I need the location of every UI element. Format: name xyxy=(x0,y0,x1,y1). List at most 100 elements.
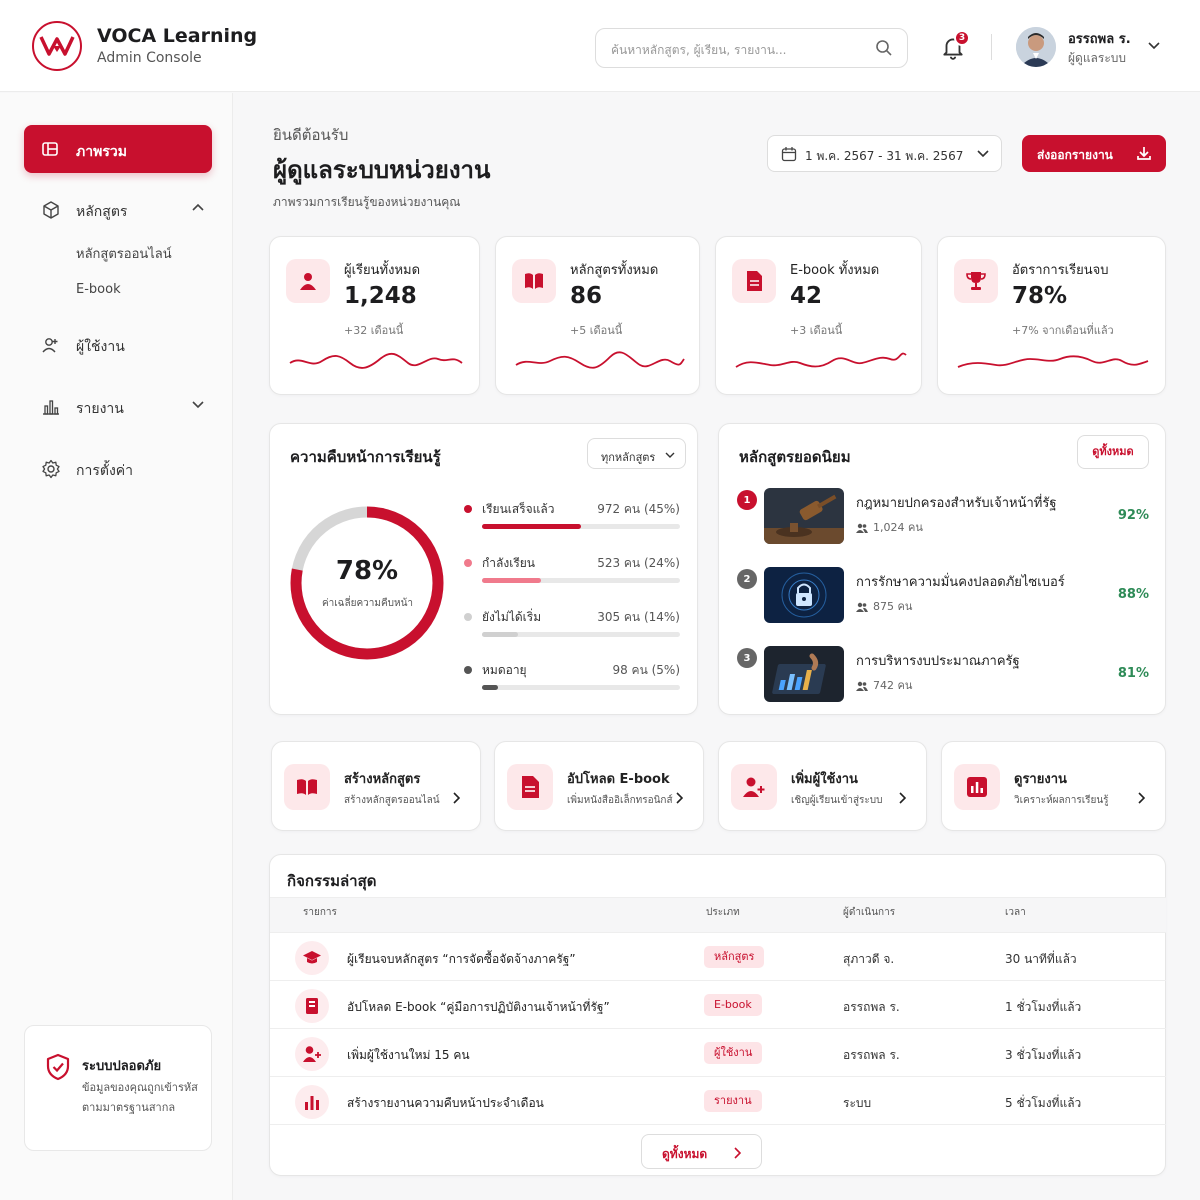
stat-change: +32 เดือนนี้ xyxy=(344,324,404,337)
legend-count: 98 คน (5%) xyxy=(612,663,680,677)
users-icon xyxy=(856,681,868,691)
report-icon xyxy=(295,1085,329,1119)
progress-fill xyxy=(482,524,581,529)
course-students: 742 คน xyxy=(856,676,912,694)
quick-action-desc: เชิญผู้เรียนเข้าสู่ระบบ xyxy=(791,795,883,806)
date-range-picker[interactable]: 1 พ.ค. 2567 - 31 พ.ค. 2567 xyxy=(767,135,1002,172)
course-filter-select[interactable]: ทุกหลักสูตร xyxy=(587,438,686,469)
quick-action-upload-ebook[interactable]: อัปโหลด E-book เพิ่มหนังสืออิเล็กทรอนิกส… xyxy=(494,741,704,831)
legend-dot xyxy=(464,666,472,674)
security-card: ระบบปลอดภัย ข้อมูลของคุณถูกเข้ารหัสตามมา… xyxy=(24,1025,212,1151)
sidebar-subitem-ebook[interactable]: E-book xyxy=(76,282,121,297)
chevron-down-icon[interactable] xyxy=(192,400,204,410)
course-thumbnail-budget xyxy=(764,646,844,702)
book-icon xyxy=(284,764,330,810)
sidebar-item-reports[interactable]: รายงาน xyxy=(24,389,212,425)
stat-change: +5 เดือนนี้ xyxy=(570,324,623,337)
learning-progress-card: ความคืบหน้าการเรียนรู้ ทุกหลักสูตร 78% ค… xyxy=(269,423,698,715)
cube-icon xyxy=(43,201,59,219)
download-icon xyxy=(1137,147,1151,160)
quick-action-add-user[interactable]: เพิ่มผู้ใช้งาน เชิญผู้เรียนเข้าสู่ระบบ xyxy=(718,741,927,831)
page-subtitle: ภาพรวมการเรียนรู้ของหน่วยงานคุณ xyxy=(273,195,461,209)
rank-badge: 2 xyxy=(737,569,757,589)
activity-actor: ระบบ xyxy=(843,1096,872,1110)
top-header: VOCA Learning Admin Console ค้นหาหลักสูต… xyxy=(0,0,1200,92)
sidebar-item-courses[interactable]: หลักสูตร xyxy=(24,192,212,228)
sidebar-item-label: หลักสูตร xyxy=(76,204,128,220)
table-row[interactable]: เพิ่มผู้ใช้งานใหม่ 15 คน ผู้ใช้งาน อรรถพ… xyxy=(270,1029,1166,1077)
activity-time: 5 ชั่วโมงที่แล้ว xyxy=(1005,1096,1082,1110)
search-input[interactable]: ค้นหาหลักสูตร, ผู้เรียน, รายงาน... xyxy=(595,28,908,68)
export-report-button[interactable]: ส่งออกรายงาน xyxy=(1022,135,1166,172)
sidebar-item-settings[interactable]: การตั้งค่า xyxy=(24,451,212,487)
course-item[interactable]: 1 กฎหมายปกครองสำหรับเจ้าหน้าที่รัฐ 1,024… xyxy=(737,488,1149,546)
column-header-item: รายการ xyxy=(303,907,337,918)
sidebar-item-dashboard[interactable]: ภาพรวม xyxy=(24,125,212,173)
course-name: การบริหารงบประมาณภาครัฐ xyxy=(856,654,1020,669)
view-all-courses-button[interactable]: ดูทั้งหมด xyxy=(1077,435,1149,469)
stat-card-completion[interactable]: อัตราการเรียนจบ 78% +7% จากเดือนที่แล้ว xyxy=(937,236,1166,395)
stat-change: +7% จากเดือนที่แล้ว xyxy=(1012,324,1114,337)
activity-actor: อรรถพล ร. xyxy=(843,1000,900,1014)
sidebar-item-users[interactable]: ผู้ใช้งาน xyxy=(24,327,212,363)
users-icon xyxy=(42,338,58,353)
quick-action-view-reports[interactable]: ดูรายงาน วิเคราะห์ผลการเรียนรู้ xyxy=(941,741,1166,831)
quick-action-title: เพิ่มผู้ใช้งาน xyxy=(791,772,858,787)
activity-text: สร้างรายงานความคืบหน้าประจำเดือน xyxy=(347,1096,544,1110)
notification-badge: 3 xyxy=(954,30,970,46)
course-name: กฎหมายปกครองสำหรับเจ้าหน้าที่รัฐ xyxy=(856,496,1057,511)
course-item[interactable]: 2 การรักษาความมั่นคงปลอดภัยไซเบอร์ 875 ค… xyxy=(737,567,1149,625)
rank-badge: 3 xyxy=(737,648,757,668)
legend-count: 972 คน (45%) xyxy=(597,502,680,516)
users-icon xyxy=(856,602,868,612)
search-icon[interactable] xyxy=(875,39,893,57)
user-add-icon xyxy=(731,764,777,810)
course-students: 875 คน xyxy=(856,597,912,615)
security-title: ระบบปลอดภัย xyxy=(82,1059,162,1074)
view-all-activity-button[interactable]: ดูทั้งหมด xyxy=(641,1134,762,1169)
user-name[interactable]: อรรถพล ร. xyxy=(1068,28,1131,49)
legend-item-completed: เรียนเสร็จแล้ว 972 คน (45%) xyxy=(462,500,680,540)
chevron-right-icon xyxy=(1138,792,1145,804)
course-thumbnail-gavel xyxy=(764,488,844,544)
stat-value: 1,248 xyxy=(344,283,417,309)
quick-action-title: ดูรายงาน xyxy=(1014,772,1067,787)
sidebar-subitem-online-courses[interactable]: หลักสูตรออนไลน์ xyxy=(76,243,172,264)
chevron-down-icon xyxy=(665,452,675,458)
column-header-type: ประเภท xyxy=(706,907,740,918)
table-row[interactable]: อัปโหลด E-book “คู่มือการปฏิบัติงานเจ้าห… xyxy=(270,981,1166,1029)
quick-action-desc: เพิ่มหนังสืออิเล็กทรอนิกส์ xyxy=(567,795,673,806)
avatar[interactable] xyxy=(1016,27,1056,67)
chevron-down-icon[interactable] xyxy=(1148,41,1160,51)
stat-change: +3 เดือนนี้ xyxy=(790,324,843,337)
activity-actor: สุภาวดี จ. xyxy=(843,952,895,966)
table-row[interactable]: ผู้เรียนจบหลักสูตร “การจัดซื้อจัดจ้างภาค… xyxy=(270,933,1166,981)
stat-label: E-book ทั้งหมด xyxy=(790,263,880,278)
stat-label: หลักสูตรทั้งหมด xyxy=(570,263,659,278)
ebook-icon xyxy=(295,989,329,1023)
course-students-count: 742 คน xyxy=(873,679,913,692)
progress-track xyxy=(482,632,680,637)
legend-label: ยังไม่ได้เริ่ม xyxy=(482,610,542,624)
shield-check-icon xyxy=(46,1053,70,1081)
type-badge: หลักสูตร xyxy=(704,946,765,968)
course-completion: 92% xyxy=(1117,508,1149,523)
stat-card-courses[interactable]: หลักสูตรทั้งหมด 86 +5 เดือนนี้ xyxy=(495,236,700,395)
course-item[interactable]: 3 การบริหารงบประมาณภาครัฐ 742 คน 81% xyxy=(737,646,1149,704)
course-completion: 81% xyxy=(1117,666,1149,681)
course-students-count: 875 คน xyxy=(873,600,913,613)
table-row[interactable]: สร้างรายงานความคืบหน้าประจำเดือน รายงาน … xyxy=(270,1077,1166,1125)
chevron-right-icon xyxy=(899,792,906,804)
report-icon xyxy=(954,764,1000,810)
chevron-up-icon[interactable] xyxy=(192,203,204,213)
stat-card-ebooks[interactable]: E-book ทั้งหมด 42 +3 เดือนนี้ xyxy=(715,236,922,395)
stat-card-learners[interactable]: ผู้เรียนทั้งหมด 1,248 +32 เดือนนี้ xyxy=(269,236,480,395)
legend-count: 523 คน (24%) xyxy=(597,556,680,570)
view-all-label: ดูทั้งหมด xyxy=(662,1147,708,1161)
voca-logo[interactable] xyxy=(32,21,82,71)
legend-label: หมดอายุ xyxy=(482,663,527,677)
quick-action-create-course[interactable]: สร้างหลักสูตร สร้างหลักสูตรออนไลน์ xyxy=(271,741,481,831)
type-badge: ผู้ใช้งาน xyxy=(704,1042,763,1064)
legend-dot xyxy=(464,559,472,567)
popular-title: หลักสูตรยอดนิยม xyxy=(739,448,851,466)
